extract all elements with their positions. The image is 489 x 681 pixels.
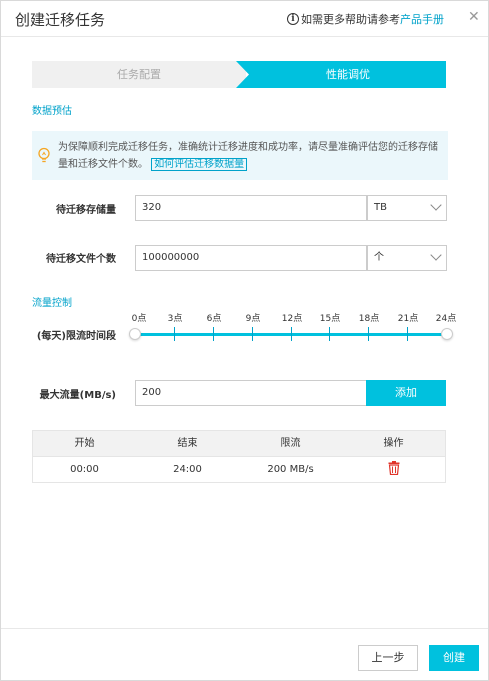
storage-unit-select[interactable]: TB [367, 195, 447, 221]
section-title-flow-control: 流量控制 [32, 298, 72, 309]
slider-tick [329, 327, 330, 341]
hour-tick-label: 0点 [131, 314, 147, 324]
hour-tick-label: 18点 [358, 314, 380, 324]
help-hint: i 如需更多帮助请参考 产品手册 [287, 11, 444, 27]
step-task-config: 任务配置 [32, 61, 246, 88]
table-row: 00:00 24:00 200 MB/s [33, 456, 445, 482]
cell-start: 00:00 [70, 464, 99, 475]
cell-limit: 200 MB/s [267, 464, 314, 475]
max-flow-label: 最大流量(MB/s) [39, 390, 116, 401]
files-input[interactable]: 100000000 [135, 245, 367, 271]
hour-tick-label: 12点 [281, 314, 303, 324]
slider-start-handle[interactable] [129, 328, 141, 340]
dialog-footer: 上一步 创建 [1, 628, 488, 680]
slider-tick [213, 327, 214, 341]
max-flow-input[interactable]: 200 [135, 380, 367, 406]
lightbulb-icon [38, 147, 50, 163]
add-button[interactable]: 添加 [366, 380, 446, 406]
step-performance-tuning: 性能调优 [236, 61, 446, 88]
header-limit: 限流 [280, 438, 301, 449]
estimate-guide-link[interactable]: 如何评估迁移数据量 [151, 158, 248, 171]
close-icon[interactable]: ✕ [468, 9, 480, 25]
table-header: 开始 结束 限流 操作 [33, 431, 445, 456]
product-manual-link[interactable]: 产品手册 [400, 11, 444, 27]
dialog-title: 创建迁移任务 [15, 11, 106, 29]
info-icon: i [287, 13, 299, 25]
storage-input[interactable]: 320 [135, 195, 367, 221]
slider-end-handle[interactable] [441, 328, 453, 340]
slider-tick [291, 327, 292, 341]
hour-tick-label: 6点 [206, 314, 222, 324]
header-start: 开始 [74, 438, 95, 449]
files-unit-select[interactable]: 个 [367, 245, 447, 271]
flow-limit-table: 开始 结束 限流 操作 00:00 24:00 200 MB/s [32, 430, 446, 483]
help-text: 如需更多帮助请参考 [301, 13, 400, 26]
hour-tick-label: 24点 [435, 314, 457, 324]
tip-text: 为保障顺利完成迁移任务，准确统计迁移进度和成功率，请尽量准确评估您的迁移存储量和… [58, 142, 438, 170]
cell-end: 24:00 [173, 464, 202, 475]
step-indicator: 任务配置 性能调优 [32, 61, 446, 88]
hour-tick-label: 9点 [245, 314, 261, 324]
hour-tick-label: 21点 [397, 314, 419, 324]
dialog-header: 创建迁移任务 i 如需更多帮助请参考 产品手册 ✕ [1, 1, 488, 37]
chevron-down-icon [430, 199, 442, 211]
hour-tick-labels: 0点 3点 6点 9点 12点 15点 18点 21点 24点 [128, 311, 458, 324]
chevron-down-icon [430, 249, 442, 261]
header-action: 操作 [383, 438, 404, 449]
limit-period-label: (每天)限流时间段 [36, 331, 116, 342]
trash-icon[interactable] [388, 461, 400, 475]
storage-label: 待迁移存储量 [56, 205, 116, 216]
slider-tick [407, 327, 408, 341]
files-unit-value: 个 [374, 252, 384, 263]
hour-tick-label: 15点 [319, 314, 341, 324]
tip-text-block: 为保障顺利完成迁移任务，准确统计迁移进度和成功率，请尽量准确评估您的迁移存储量和… [58, 139, 444, 173]
create-button[interactable]: 创建 [429, 645, 479, 671]
previous-step-button[interactable]: 上一步 [358, 645, 418, 671]
tip-box: 为保障顺利完成迁移任务，准确统计迁移进度和成功率，请尽量准确评估您的迁移存储量和… [32, 131, 448, 180]
slider-tick [252, 327, 253, 341]
files-label: 待迁移文件个数 [46, 254, 116, 265]
cell-action [342, 457, 445, 482]
slider-tick [368, 327, 369, 341]
hour-tick-label: 3点 [167, 314, 183, 324]
header-end: 结束 [177, 438, 198, 449]
section-title-data-estimate: 数据预估 [32, 106, 72, 117]
storage-unit-value: TB [374, 202, 387, 213]
create-migration-dialog: 创建迁移任务 i 如需更多帮助请参考 产品手册 ✕ 任务配置 性能调优 数据预估… [0, 0, 489, 681]
slider-tick [174, 327, 175, 341]
